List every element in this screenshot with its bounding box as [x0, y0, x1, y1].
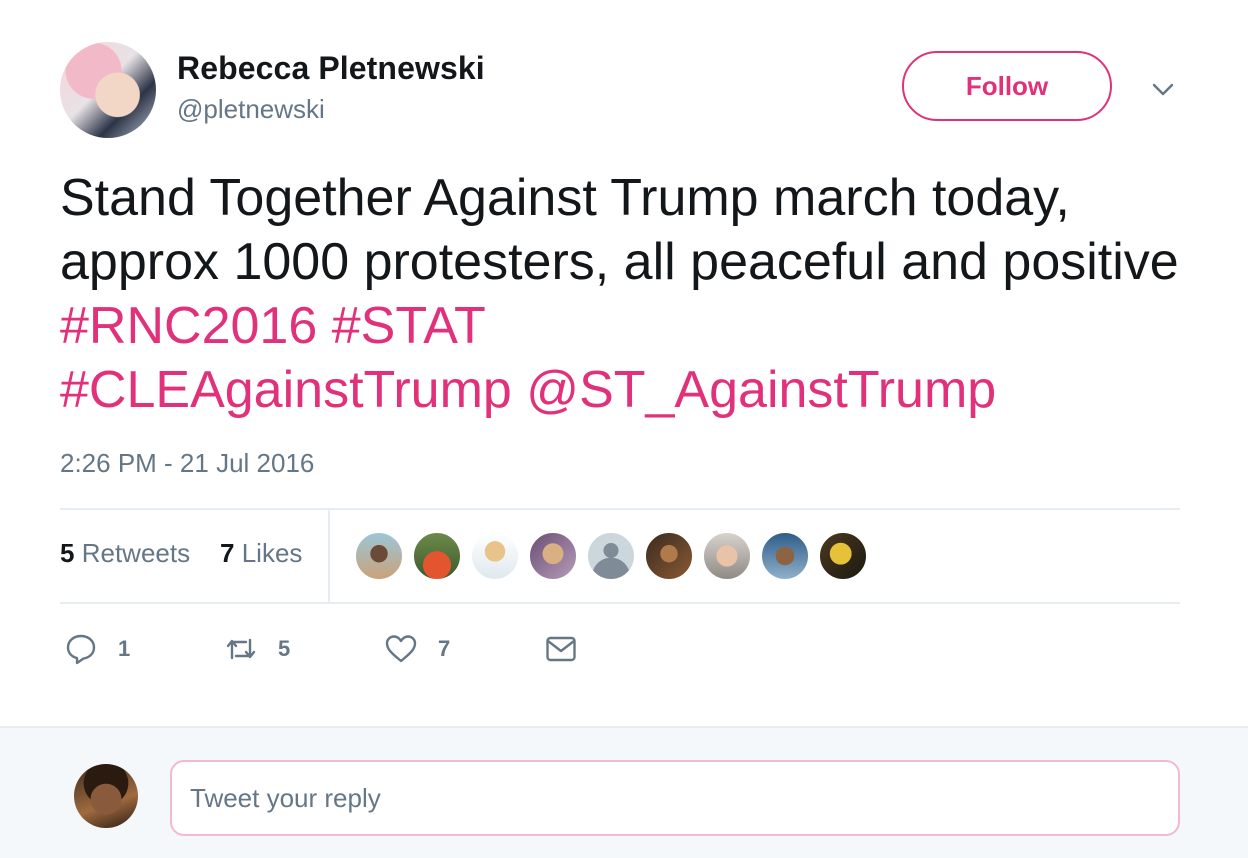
tweet-actions: 1 5 7	[60, 626, 660, 672]
tweet-text: Stand Together Against Trump march today…	[60, 166, 1180, 422]
liker-avatar[interactable]	[760, 531, 810, 581]
liker-avatar[interactable]	[412, 531, 462, 581]
envelope-icon	[546, 636, 576, 662]
heart-icon	[385, 635, 417, 663]
retweets-label: Retweets	[81, 538, 191, 568]
tweet-body: Stand Together Against Trump march today…	[60, 169, 1179, 291]
liker-avatar[interactable]	[644, 531, 694, 581]
mention-link[interactable]: @ST_AgainstTrump	[526, 361, 996, 419]
retweet-button[interactable]: 5	[224, 626, 290, 672]
chevron-down-icon[interactable]	[1150, 76, 1176, 102]
hashtag-link[interactable]: #STAT	[332, 297, 486, 355]
liker-avatar[interactable]	[818, 531, 868, 581]
reply-button[interactable]: 1	[64, 626, 130, 672]
retweet-count: 5	[278, 636, 291, 661]
reply-input[interactable]	[170, 760, 1180, 836]
likes-label: Likes	[241, 538, 303, 568]
likes-count: 7	[220, 538, 235, 568]
like-button[interactable]: 7	[384, 626, 450, 672]
liker-avatars	[354, 531, 876, 581]
likes-stat[interactable]: 7 Likes	[220, 538, 302, 569]
liker-avatar[interactable]	[702, 531, 752, 581]
follow-button[interactable]: Follow	[902, 51, 1112, 121]
tweet-stats: 5 Retweets 7 Likes	[60, 510, 1180, 602]
current-user-avatar	[74, 764, 138, 828]
liker-avatar[interactable]	[470, 531, 520, 581]
author-handle[interactable]: @pletnewski	[177, 94, 325, 125]
hashtag-link[interactable]: #RNC2016	[60, 297, 317, 355]
direct-message-button[interactable]	[544, 626, 578, 672]
author-display-name[interactable]: Rebecca Pletnewski	[177, 50, 485, 87]
reply-composer	[0, 726, 1248, 858]
liker-avatar[interactable]	[528, 531, 578, 581]
author-avatar[interactable]	[60, 42, 156, 138]
divider	[60, 602, 1180, 604]
stats-divider	[328, 510, 330, 602]
reply-icon	[66, 634, 96, 665]
liker-avatar[interactable]	[586, 531, 636, 581]
retweet-icon	[226, 638, 256, 660]
tweet-timestamp[interactable]: 2:26 PM - 21 Jul 2016	[60, 448, 314, 479]
liker-avatar[interactable]	[354, 531, 404, 581]
reply-count: 1	[118, 636, 131, 661]
retweets-stat[interactable]: 5 Retweets	[60, 538, 190, 569]
hashtag-link[interactable]: #CLEAgainstTrump	[60, 361, 512, 419]
like-count: 7	[438, 636, 451, 661]
tweet-header: Rebecca Pletnewski @pletnewski Follow	[60, 42, 1188, 142]
retweets-count: 5	[60, 538, 75, 568]
